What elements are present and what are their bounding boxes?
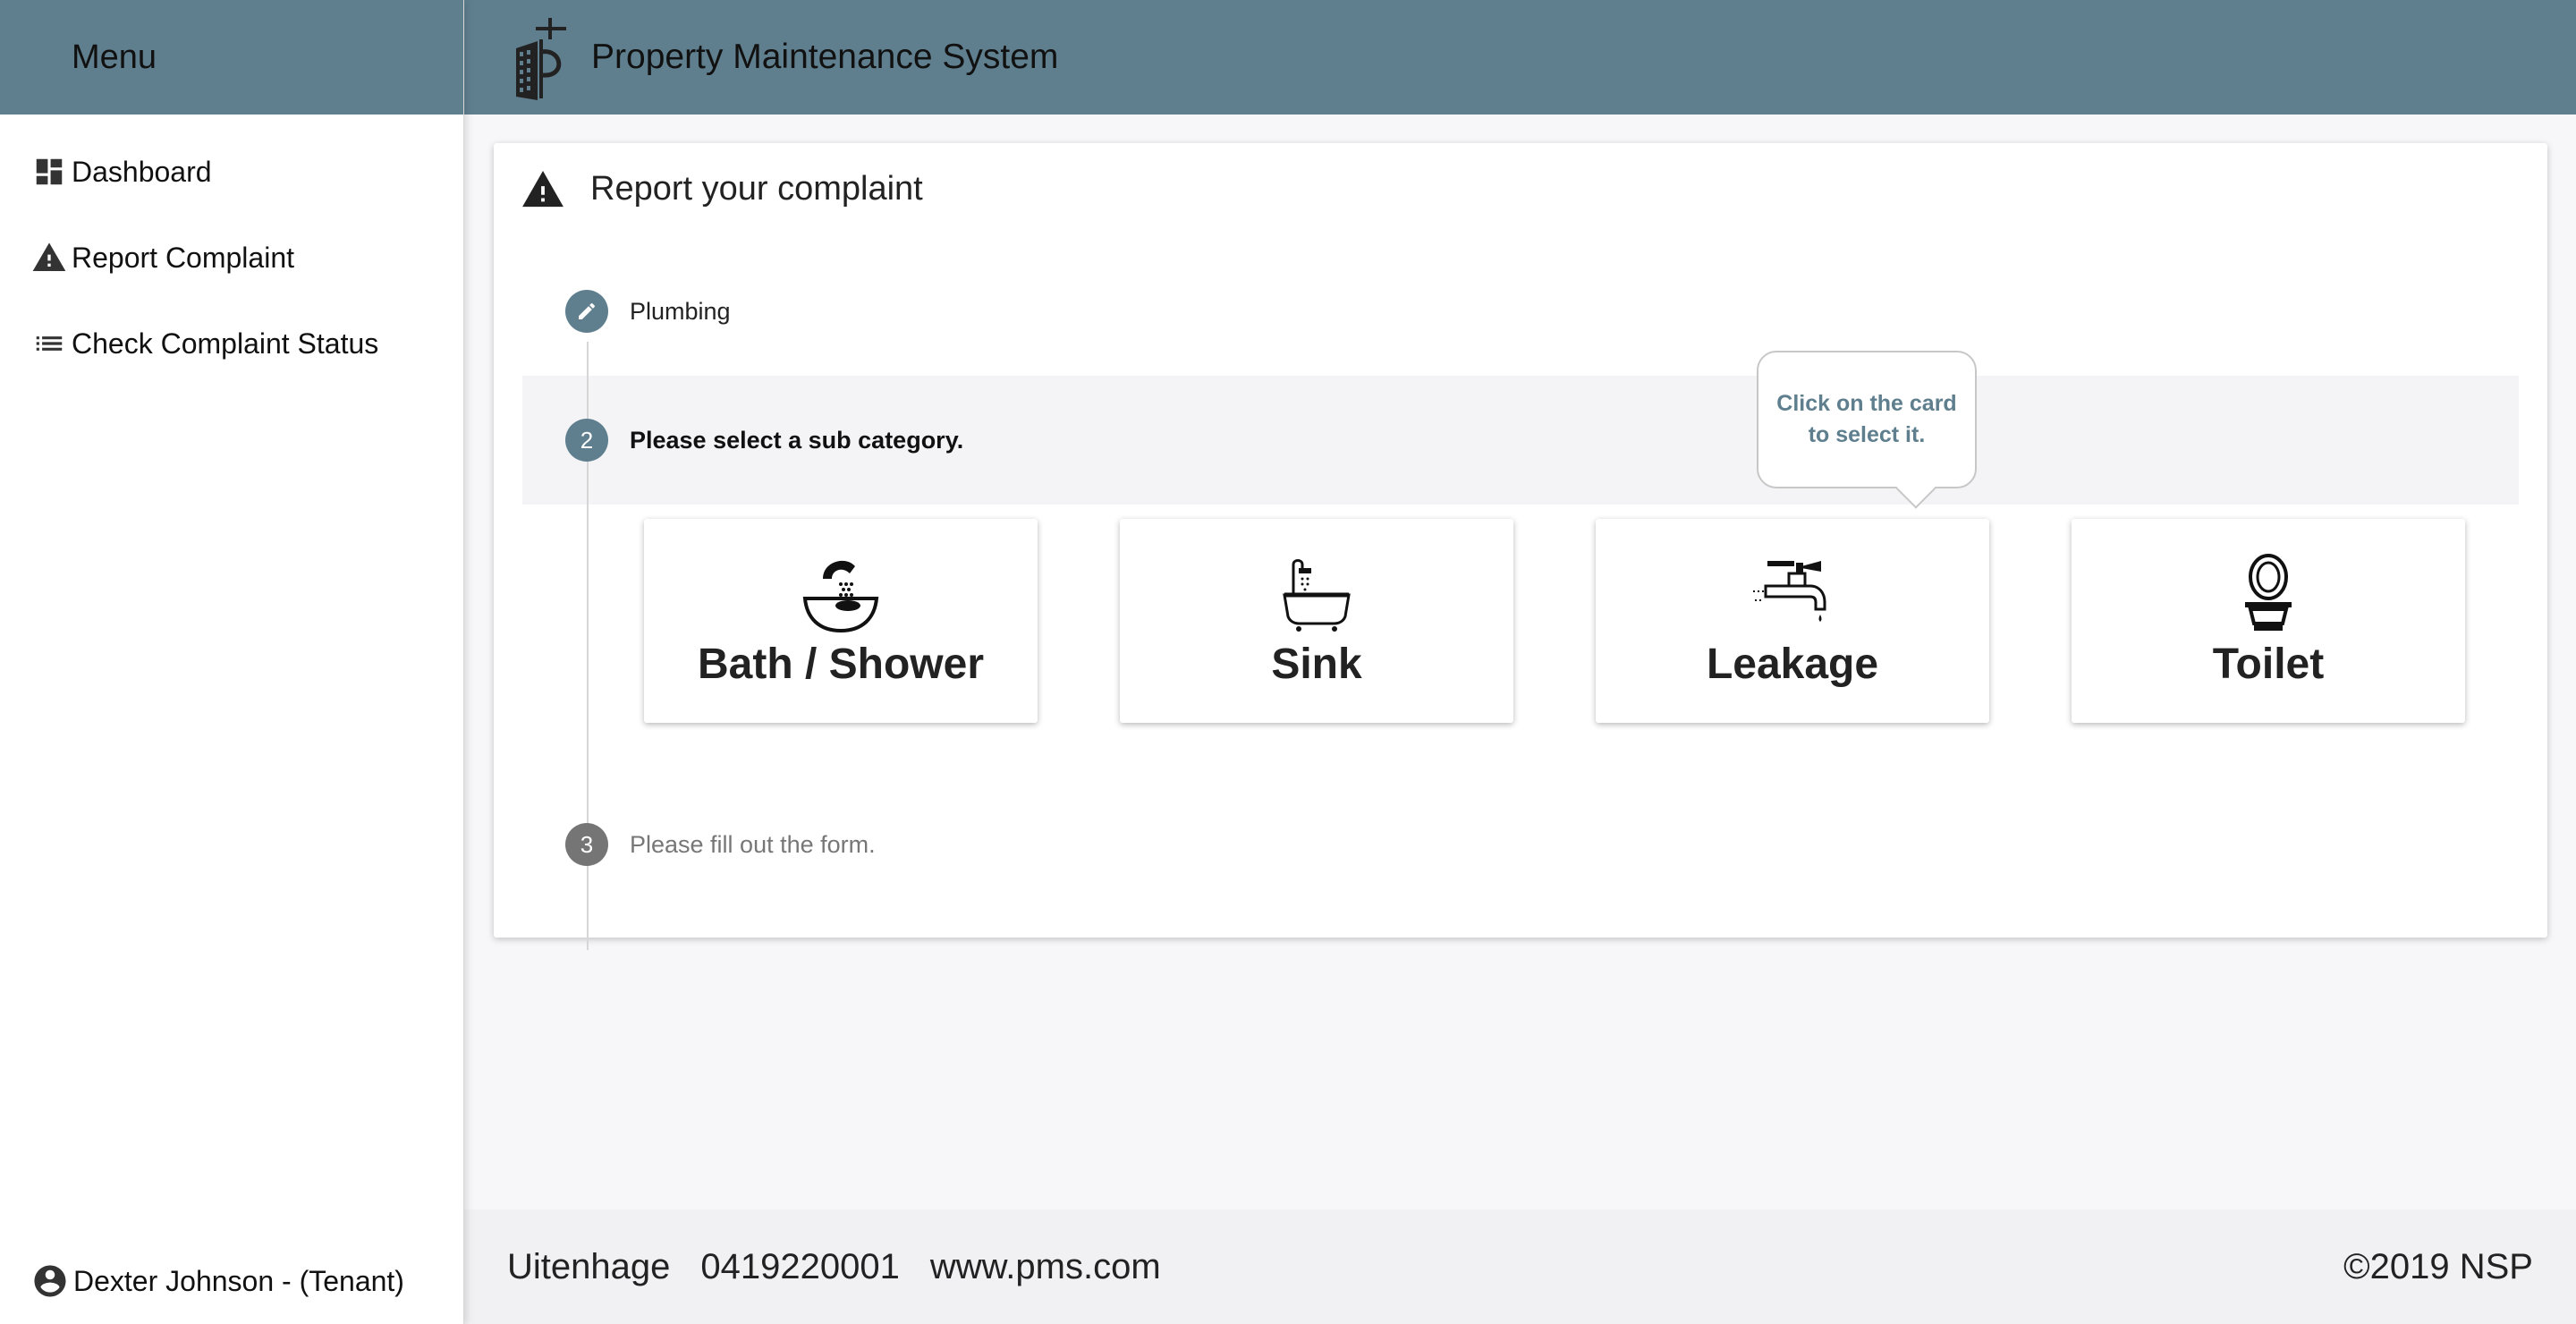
complaint-card: Report your complaint Plumbing 2 Please … [494, 143, 2547, 950]
footer-city: Uitenhage [507, 1246, 671, 1286]
step-3-label: Please fill out the form. [630, 830, 876, 858]
bathtub-icon [1272, 554, 1361, 634]
building-logo [511, 13, 573, 102]
tile-label: Sink [1271, 640, 1362, 688]
sidebar: Menu Dashboard Report Complaint Check Co… [0, 0, 464, 1324]
top-bar: Property Maintenance System [464, 0, 2576, 115]
step-1[interactable]: Plumbing [565, 290, 731, 333]
sidebar-item-label: Check Complaint Status [72, 327, 379, 360]
step-1-label: Plumbing [630, 297, 731, 325]
menu-title: Menu [72, 38, 157, 76]
user-name: Dexter Johnson - (Tenant) [73, 1264, 404, 1297]
sidebar-item-check-status[interactable]: Check Complaint Status [0, 301, 463, 386]
tile-leakage[interactable]: Leakage [1596, 519, 1989, 723]
list-icon [30, 325, 68, 362]
user-account[interactable]: Dexter Johnson - (Tenant) [30, 1254, 404, 1308]
tooltip-line-1: Click on the card [1776, 391, 1957, 416]
sidebar-item-label: Dashboard [72, 155, 212, 188]
footer: Uitenhage 0419220001 www.pms.com ©2019 N… [464, 1209, 2576, 1324]
select-card-tooltip: Click on the card to select it. [1757, 351, 1977, 488]
sidebar-item-label: Report Complaint [72, 241, 294, 274]
tile-label: Bath / Shower [697, 640, 985, 688]
warning-icon [30, 239, 68, 276]
warning-icon [522, 170, 564, 208]
tooltip-text: Click on the card to select it. [1776, 388, 1956, 451]
tile-sink[interactable]: Sink [1120, 519, 1513, 723]
shower-icon [796, 554, 886, 634]
tile-label: Leakage [1706, 640, 1879, 688]
dashboard-icon [30, 153, 68, 191]
step-3: 3 Please fill out the form. [565, 823, 876, 866]
account-circle-icon [30, 1261, 70, 1301]
menu-header: Menu [0, 0, 463, 115]
tooltip-line-2: to select it. [1808, 422, 1926, 447]
tile-toilet[interactable]: Toilet [2072, 519, 2465, 723]
toilet-icon [2224, 553, 2313, 634]
step-2-label: Please select a sub category. [630, 426, 964, 454]
subcategory-tiles: Bath / Shower Sink Leakage Toilet [644, 519, 2465, 723]
sidebar-item-dashboard[interactable]: Dashboard [0, 129, 463, 215]
faucet-leak-icon [1748, 554, 1837, 634]
card-title: Report your complaint [590, 170, 923, 208]
card-header: Report your complaint [522, 170, 923, 208]
footer-copyright: ©2019 NSP [2343, 1246, 2533, 1286]
pencil-icon [565, 290, 608, 333]
step-2: 2 Please select a sub category. [565, 419, 963, 462]
sidebar-item-report-complaint[interactable]: Report Complaint [0, 215, 463, 301]
tile-label: Toilet [2212, 640, 2325, 688]
footer-website[interactable]: www.pms.com [930, 1247, 1161, 1287]
step-3-number: 3 [565, 823, 608, 866]
step-2-number: 2 [565, 419, 608, 462]
footer-contact: Uitenhage 0419220001 www.pms.com [507, 1247, 1161, 1287]
tile-bath-shower[interactable]: Bath / Shower [644, 519, 1038, 723]
sidebar-nav: Dashboard Report Complaint Check Complai… [0, 115, 463, 386]
footer-phone: 0419220001 [700, 1246, 900, 1286]
app-title: Property Maintenance System [591, 38, 1059, 76]
